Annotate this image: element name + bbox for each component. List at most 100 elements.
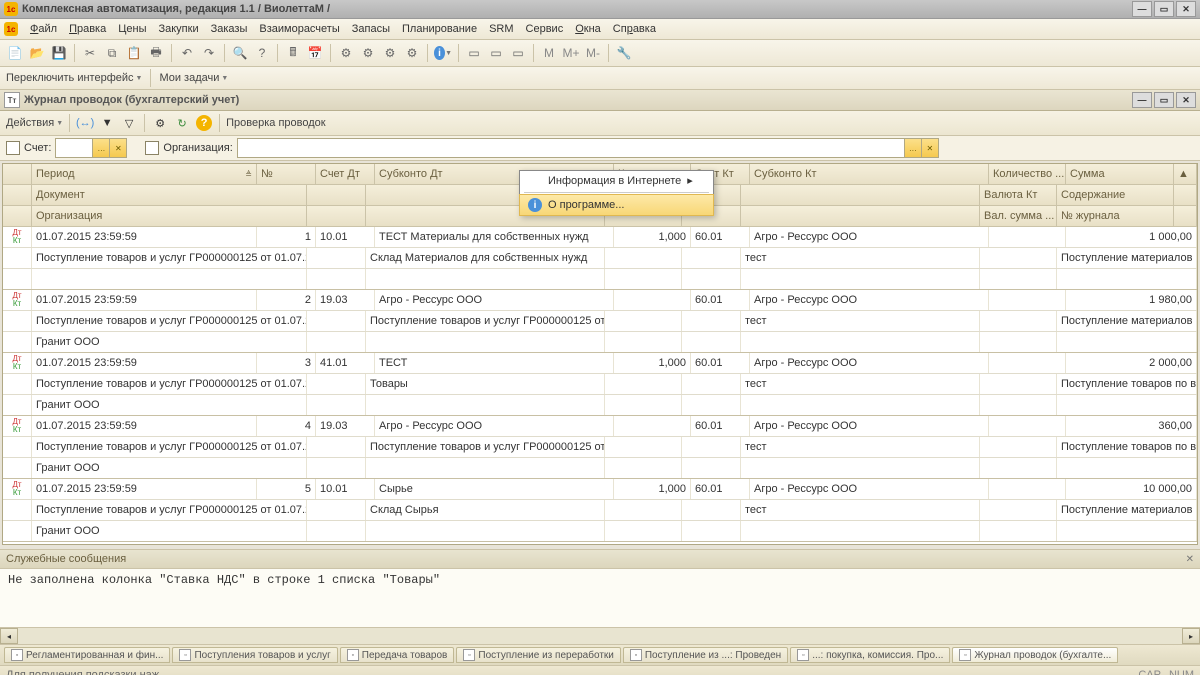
- tool-icon[interactable]: ⚙: [381, 44, 399, 62]
- col-dt[interactable]: Счет Дт: [316, 164, 375, 184]
- col-valkt[interactable]: Валюта Кт: [980, 185, 1057, 205]
- window-tab[interactable]: ▫Поступления товаров и услуг: [172, 647, 337, 663]
- m-icon[interactable]: M: [540, 44, 558, 62]
- col-valsum[interactable]: Вал. сумма ...: [980, 206, 1057, 226]
- window-tab[interactable]: ▫Поступление из ...: Проведен: [623, 647, 788, 663]
- table-row[interactable]: Поступление товаров и услуг ГР000000125 …: [3, 248, 1197, 269]
- col-doc[interactable]: Документ: [32, 185, 307, 205]
- close-button[interactable]: ✕: [1176, 1, 1196, 17]
- account-combo[interactable]: …✕: [55, 138, 127, 158]
- table-row[interactable]: ДтКт 01.07.2015 23:59:59 5 10.01 Сырье 1…: [3, 479, 1197, 500]
- window-tab[interactable]: ▫Регламентированная и фин...: [4, 647, 170, 663]
- calendar-icon[interactable]: 📅: [306, 44, 324, 62]
- window-icon[interactable]: ▭: [465, 44, 483, 62]
- col-sum[interactable]: Сумма: [1066, 164, 1174, 184]
- calc-icon[interactable]: 🖩: [284, 44, 302, 62]
- menu-stock[interactable]: Запасы: [346, 21, 396, 37]
- help-icon[interactable]: ?: [253, 44, 271, 62]
- check-entries-button[interactable]: Проверка проводок: [226, 117, 325, 129]
- table-row[interactable]: Поступление товаров и услуг ГР000000125 …: [3, 311, 1197, 332]
- table-row[interactable]: Поступление товаров и услуг ГР000000125 …: [3, 374, 1197, 395]
- org-combo[interactable]: …✕: [237, 138, 939, 158]
- scroll-left-button[interactable]: ◂: [0, 628, 18, 644]
- col-period[interactable]: Период≜: [32, 164, 257, 184]
- window-tab[interactable]: ▫Передача товаров: [340, 647, 455, 663]
- filter-icon[interactable]: ▼: [98, 114, 116, 132]
- menu-edit[interactable]: Правка: [63, 21, 112, 37]
- menu-purchases[interactable]: Закупки: [152, 21, 204, 37]
- actions-button[interactable]: Действия▼: [6, 117, 63, 129]
- tool-icon[interactable]: 🔧: [615, 44, 633, 62]
- tool-icon[interactable]: ⚙: [337, 44, 355, 62]
- new-icon[interactable]: 📄: [6, 44, 24, 62]
- table-row[interactable]: ДтКт 01.07.2015 23:59:59 2 19.03 Агро - …: [3, 290, 1197, 311]
- table-row[interactable]: ДтКт 01.07.2015 23:59:59 3 41.01 ТЕСТ 1,…: [3, 353, 1197, 374]
- table-row[interactable]: ДтКт 01.07.2015 23:59:59 1 10.01 ТЕСТ Ма…: [3, 227, 1197, 248]
- table-row[interactable]: ДтКт 01.07.2015 23:59:59 4 19.03 Агро - …: [3, 416, 1197, 437]
- menu-settlements[interactable]: Взаиморасчеты: [253, 21, 345, 37]
- col-journal[interactable]: № журнала: [1057, 206, 1174, 226]
- cut-icon[interactable]: ✂: [81, 44, 99, 62]
- col-qtykt[interactable]: Количество ...: [989, 164, 1066, 184]
- restore-button[interactable]: ▭: [1154, 1, 1174, 17]
- menu-orders[interactable]: Заказы: [205, 21, 254, 37]
- col-content[interactable]: Содержание: [1057, 185, 1174, 205]
- minimize-button[interactable]: —: [1132, 1, 1152, 17]
- undo-icon[interactable]: ↶: [178, 44, 196, 62]
- tool-icon[interactable]: ⚙: [403, 44, 421, 62]
- menu-planning[interactable]: Планирование: [396, 21, 483, 37]
- col-scroll[interactable]: ▲: [1174, 164, 1197, 184]
- settings-icon[interactable]: ⚙: [151, 114, 169, 132]
- window-icon[interactable]: ▭: [509, 44, 527, 62]
- help-icon[interactable]: ?: [195, 114, 213, 132]
- scroll-right-button[interactable]: ▸: [1182, 628, 1200, 644]
- table-row[interactable]: Поступление товаров и услуг ГР000000125 …: [3, 437, 1197, 458]
- grid-body[interactable]: ДтКт 01.07.2015 23:59:59 1 10.01 ТЕСТ Ма…: [3, 227, 1197, 545]
- table-row[interactable]: Гранит ООО: [3, 395, 1197, 416]
- tool-icon[interactable]: ⚙: [359, 44, 377, 62]
- my-tasks-button[interactable]: Мои задачи▼: [159, 72, 228, 84]
- menu-srm[interactable]: SRM: [483, 21, 519, 37]
- menu-prices[interactable]: Цены: [112, 21, 152, 37]
- m-minus-icon[interactable]: M-: [584, 44, 602, 62]
- info-dropdown-icon[interactable]: i▼: [434, 44, 452, 62]
- table-row[interactable]: Поступление товаров и услуг ГР000000125 …: [3, 500, 1197, 521]
- service-messages-close[interactable]: ✕: [1186, 554, 1194, 565]
- m-plus-icon[interactable]: M+: [562, 44, 580, 62]
- doc-close-button[interactable]: ✕: [1176, 92, 1196, 108]
- menu-service[interactable]: Сервис: [520, 21, 570, 37]
- filter-off-icon[interactable]: ▽: [120, 114, 138, 132]
- window-tab[interactable]: ▫...: покупка, комиссия. Про...: [790, 647, 950, 663]
- redo-icon[interactable]: ↷: [200, 44, 218, 62]
- org-checkbox[interactable]: [145, 141, 159, 155]
- window-icon[interactable]: ▭: [487, 44, 505, 62]
- popup-internet-info[interactable]: Информация в Интернете▸: [520, 171, 713, 190]
- table-row[interactable]: Гранит ООО: [3, 332, 1197, 353]
- find-icon[interactable]: 🔍: [231, 44, 249, 62]
- refresh-icon[interactable]: ↻: [173, 114, 191, 132]
- horizontal-scrollbar[interactable]: ◂ ▸: [0, 627, 1200, 644]
- table-row[interactable]: Гранит ООО: [3, 458, 1197, 479]
- table-row[interactable]: Гранит ООО: [3, 521, 1197, 542]
- nav-icon[interactable]: (↔): [76, 114, 94, 132]
- menu-file[interactable]: Файл: [24, 21, 63, 37]
- copy-icon[interactable]: ⧉: [103, 44, 121, 62]
- print-icon[interactable]: 🖶: [147, 44, 165, 62]
- doc-restore-button[interactable]: ▭: [1154, 92, 1174, 108]
- window-tab[interactable]: ▫Поступление из переработки: [456, 647, 620, 663]
- switch-interface-button[interactable]: Переключить интерфейс▼: [6, 72, 142, 84]
- menu-windows[interactable]: Окна: [569, 21, 607, 37]
- menu-help[interactable]: Справка: [607, 21, 662, 37]
- save-icon[interactable]: 💾: [50, 44, 68, 62]
- col-org[interactable]: Организация: [32, 206, 307, 226]
- col-subkt[interactable]: Субконто Кт: [750, 164, 989, 184]
- col-num[interactable]: №: [257, 164, 316, 184]
- open-icon[interactable]: 📂: [28, 44, 46, 62]
- popup-about[interactable]: iО программе...: [519, 194, 714, 216]
- table-row[interactable]: [3, 269, 1197, 290]
- account-checkbox[interactable]: [6, 141, 20, 155]
- doc-minimize-button[interactable]: —: [1132, 92, 1152, 108]
- window-tab[interactable]: ▫Журнал проводок (бухгалте...: [952, 647, 1118, 663]
- paste-icon[interactable]: 📋: [125, 44, 143, 62]
- col-marker[interactable]: [3, 164, 32, 184]
